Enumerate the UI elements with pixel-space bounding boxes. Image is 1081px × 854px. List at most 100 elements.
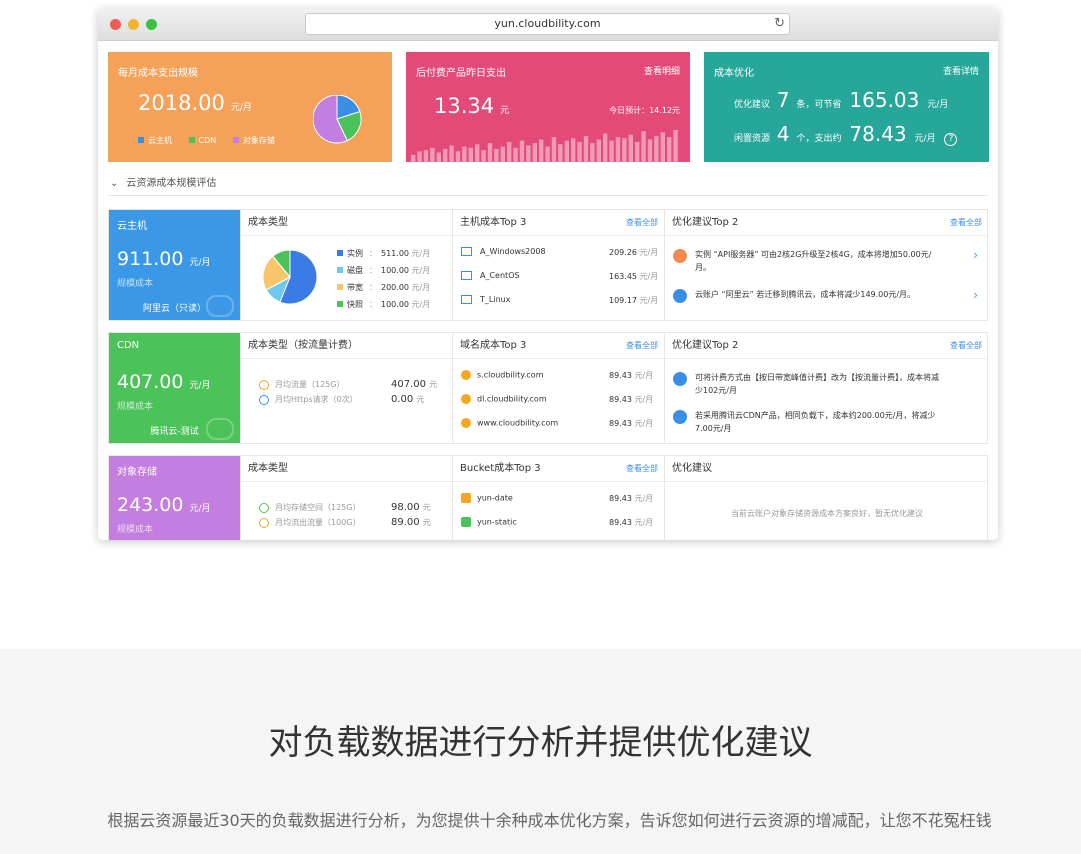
bar — [596, 139, 601, 162]
globe-icon — [461, 370, 471, 380]
pie-legend: 云主机 CDN 对象存储 — [138, 135, 289, 146]
cost-type-item: 磁盘： 100.00 元/月 — [337, 265, 430, 276]
chevron-right-icon[interactable]: › — [973, 248, 978, 262]
bar — [635, 141, 640, 162]
bar — [558, 144, 563, 162]
windows-icon — [461, 271, 472, 280]
bar — [507, 141, 512, 162]
cost-type-item: 快照： 100.00 元/月 — [337, 299, 430, 310]
vm-cost-types: 成本类型 实例： 511.00 元/月 磁盘： 100.00 元/月 带宽： 200.00… — [240, 210, 452, 320]
cdn-suggestions: 优化建议Top 2 查看全部 可将计费方式由【按日带宽峰值计费】改为【按流量计费】… — [664, 333, 988, 443]
bar — [513, 147, 518, 162]
top-item[interactable]: www.cloudbility.com 89.43 元/月 — [461, 418, 653, 428]
vm-top3: 主机成本Top 3 查看全部 A_Windows2008 209.26 元/月 A_C… — [452, 210, 664, 320]
monthly-cost-pie — [313, 95, 362, 144]
top-item[interactable]: yun-date 89.43 元/月 — [461, 493, 653, 503]
bar — [468, 147, 473, 162]
screenshot-area: yun.cloudbility.com ↻ 每月成本支出规模 2018.00 元/月… — [0, 0, 1081, 649]
view-details-link[interactable]: 查看详情 — [943, 64, 979, 77]
cost-type-item: 月均流出流量（100G） 89.00 元 — [259, 517, 431, 528]
bar — [411, 154, 416, 162]
cdn-summary: CDN 407.00 元/月 规模成本 腾讯云-测试 — [109, 333, 240, 443]
bar — [526, 145, 531, 162]
trend-up-icon — [673, 249, 687, 263]
bar — [519, 140, 525, 162]
metric-icon — [259, 517, 269, 528]
trend-down-icon — [673, 410, 687, 424]
view-all-link[interactable]: 查看全部 — [950, 333, 982, 359]
top-item[interactable]: s.cloudbility.com 89.43 元/月 — [461, 370, 653, 380]
vm-suggestions: 优化建议Top 2 查看全部 实例 “API服务器” 可由2核2G升级至2核4G，… — [664, 210, 988, 320]
metric-icon — [259, 379, 269, 390]
view-all-link[interactable]: 查看全部 — [950, 210, 982, 236]
metric-icon — [259, 394, 269, 405]
windows-icon — [461, 247, 472, 256]
chevron-right-icon[interactable]: › — [973, 288, 978, 302]
question-circle-icon[interactable]: ? — [944, 133, 958, 146]
top-item[interactable]: A_CentOS 163.45 元/月 — [461, 271, 658, 281]
minimize-window-button[interactable] — [128, 19, 139, 30]
bar — [539, 139, 544, 162]
feature-headline: 对负载数据进行分析并提供优化建议 — [268, 723, 813, 763]
dashboard: 每月成本支出规模 2018.00 元/月 云主机 CDN 对象存储 后付费产品昨日… — [98, 41, 998, 540]
bar — [577, 141, 582, 162]
oss-row: 对象存储 243.00 元/月 规模成本 成本类型 月均存储空间（125G） 98.… — [108, 455, 988, 540]
bar — [583, 135, 589, 162]
browser-toolbar: yun.cloudbility.com ↻ — [98, 8, 998, 41]
bar — [564, 140, 569, 162]
view-all-link[interactable]: 查看全部 — [626, 210, 658, 236]
top-item[interactable]: yun-static 89.43 元/月 — [461, 517, 653, 527]
optimization-card: 成本优化 查看详情 优化建议 7 条，可节省 165.03 元/月 闲置资源 4… — [704, 52, 989, 162]
bar — [641, 131, 646, 162]
cost-type-item: 带宽： 200.00 元/月 — [337, 282, 430, 293]
bar — [628, 134, 633, 162]
bar — [455, 151, 461, 162]
section-header[interactable]: ⌄ 云资源成本规模评估 — [110, 174, 216, 189]
bar — [545, 146, 550, 162]
bar — [417, 151, 422, 162]
view-details-link[interactable]: 查看明细 — [644, 64, 680, 77]
address-bar[interactable]: yun.cloudbility.com ↻ — [305, 13, 790, 35]
oss-suggestions: 优化建议 当前云账户对象存储资源成本方案良好，暂无优化建议 — [664, 456, 988, 540]
bar — [647, 139, 653, 162]
trend-down-icon — [673, 289, 687, 303]
cdn-row: CDN 407.00 元/月 规模成本 腾讯云-测试 成本类型（按流量计费） 月均… — [108, 332, 988, 444]
suggestion-summary: 优化建议 7 条，可节省 165.03 元/月 — [734, 88, 949, 112]
cost-type-item: 实例： 511.00 元/月 — [337, 248, 430, 259]
cost-type-item: 月均流量（125G） 407.00 元 — [259, 379, 437, 390]
bar — [603, 133, 608, 162]
today-forecast: 今日预计：14.12元 — [609, 106, 680, 115]
vm-summary: 云主机 911.00 元/月 规模成本 阿里云（只读） — [109, 210, 240, 320]
bar — [660, 132, 665, 162]
idle-summary: 闲置资源 4 个，支出约 78.43 元/月 ? — [734, 122, 958, 146]
legend-swatch — [337, 284, 343, 290]
bar — [654, 135, 659, 162]
bar — [481, 150, 486, 162]
card-title: 后付费产品昨日支出 — [416, 68, 506, 79]
card-title: 成本优化 — [714, 68, 754, 79]
cloud-icon — [206, 418, 234, 440]
bar — [673, 130, 678, 162]
feature-description: 根据云资源最近30天的负载数据进行分析，为您提供十余种成本优化方案，告诉您如何进… — [107, 811, 992, 830]
bar — [449, 145, 454, 162]
bar — [475, 144, 480, 162]
postpaid-card: 后付费产品昨日支出 查看明细 13.34 元 今日预计：14.12元 — [406, 52, 690, 162]
view-all-link[interactable]: 查看全部 — [626, 456, 658, 482]
oss-top3: Bucket成本Top 3 查看全部 yun-date 89.43 元/月 yun-s… — [452, 456, 664, 540]
bar — [590, 143, 595, 162]
divider — [108, 195, 988, 196]
vm-cost-pie — [263, 250, 318, 305]
close-window-button[interactable] — [110, 19, 121, 30]
windows-icon — [461, 295, 472, 304]
top-item[interactable]: A_Windows2008 209.26 元/月 — [461, 247, 658, 257]
reload-icon[interactable]: ↻ — [774, 14, 785, 34]
legend-swatch — [337, 301, 343, 307]
view-all-link[interactable]: 查看全部 — [626, 333, 658, 359]
globe-icon — [461, 418, 471, 428]
bar — [500, 146, 505, 162]
top-item[interactable]: T_Linux 109.17 元/月 — [461, 295, 658, 305]
top-item[interactable]: dl.cloudbility.com 89.43 元/月 — [461, 394, 653, 404]
bar — [571, 138, 576, 162]
feature-section: 对负载数据进行分析并提供优化建议 根据云资源最近30天的负载数据进行分析，为您提… — [0, 649, 1081, 854]
maximize-window-button[interactable] — [146, 19, 157, 30]
